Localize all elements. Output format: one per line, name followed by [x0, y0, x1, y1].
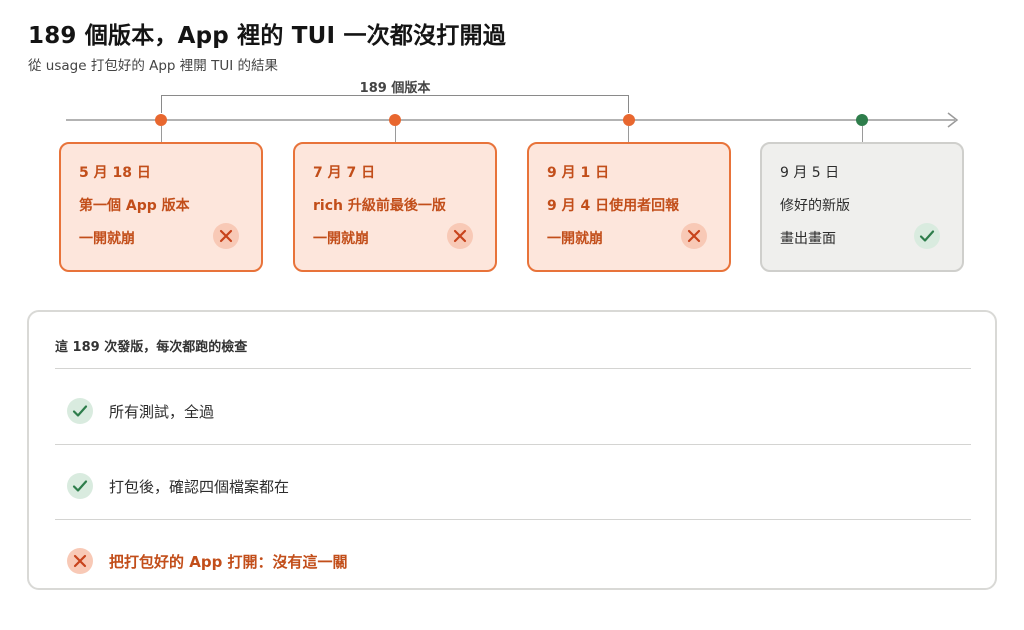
- release-checks-panel: 這 189 次發版，每次都跑的檢查 所有測試，全過 打包後，確認四個檔案都在 把…: [27, 310, 997, 590]
- card-name: rich 升級前最後一版: [313, 198, 446, 214]
- card-name: 修好的新版: [780, 198, 850, 214]
- card-date: 7 月 7 日: [313, 165, 376, 181]
- timeline-axis: [66, 112, 959, 128]
- check-row-tests: 所有測試，全過: [67, 396, 214, 426]
- card-name: 9 月 4 日使用者回報: [547, 198, 680, 214]
- check-label: 打包後，確認四個檔案都在: [109, 477, 290, 496]
- card-name: 第一個 App 版本: [79, 198, 190, 214]
- x-icon: [67, 548, 93, 574]
- x-icon: [213, 223, 239, 249]
- check-row-open-app: 把打包好的 App 打開：沒有這一關: [67, 546, 348, 576]
- card-date: 9 月 1 日: [547, 165, 610, 181]
- card-result: 畫出畫面: [780, 231, 836, 247]
- check-icon: [67, 398, 93, 424]
- check-icon: [67, 473, 93, 499]
- card-date: 5 月 18 日: [79, 165, 151, 181]
- x-icon: [447, 223, 473, 249]
- card-result: 一開就崩: [313, 231, 369, 247]
- version-card-first-app: 5 月 18 日 第一個 App 版本 一開就崩: [59, 142, 263, 272]
- card-result: 一開就崩: [79, 231, 135, 247]
- timeline-stem-1: [161, 126, 162, 142]
- check-row-files: 打包後，確認四個檔案都在: [67, 471, 289, 501]
- version-card-fixed: 9 月 5 日 修好的新版 畫出畫面: [760, 142, 964, 272]
- version-card-before-rich-upgrade: 7 月 7 日 rich 升級前最後一版 一開就崩: [293, 142, 497, 272]
- divider: [55, 368, 971, 369]
- divider: [55, 519, 971, 520]
- timeline-dot-3: [623, 114, 635, 126]
- card-date: 9 月 5 日: [780, 165, 840, 181]
- check-label: 所有測試，全過: [109, 402, 215, 421]
- timeline-stem-4: [862, 126, 863, 142]
- timeline-dot-4: [856, 114, 868, 126]
- timeline-stem-3: [628, 126, 629, 142]
- x-icon: [681, 223, 707, 249]
- check-label: 把打包好的 App 打開：沒有這一關: [109, 552, 348, 571]
- timeline-stem-2: [395, 126, 396, 142]
- version-card-user-report: 9 月 1 日 9 月 4 日使用者回報 一開就崩: [527, 142, 731, 272]
- card-result: 一開就崩: [547, 231, 603, 247]
- timeline-dot-1: [155, 114, 167, 126]
- panel-header: 這 189 次發版，每次都跑的檢查: [55, 340, 248, 355]
- check-icon: [914, 223, 940, 249]
- divider: [55, 444, 971, 445]
- timeline-dot-2: [389, 114, 401, 126]
